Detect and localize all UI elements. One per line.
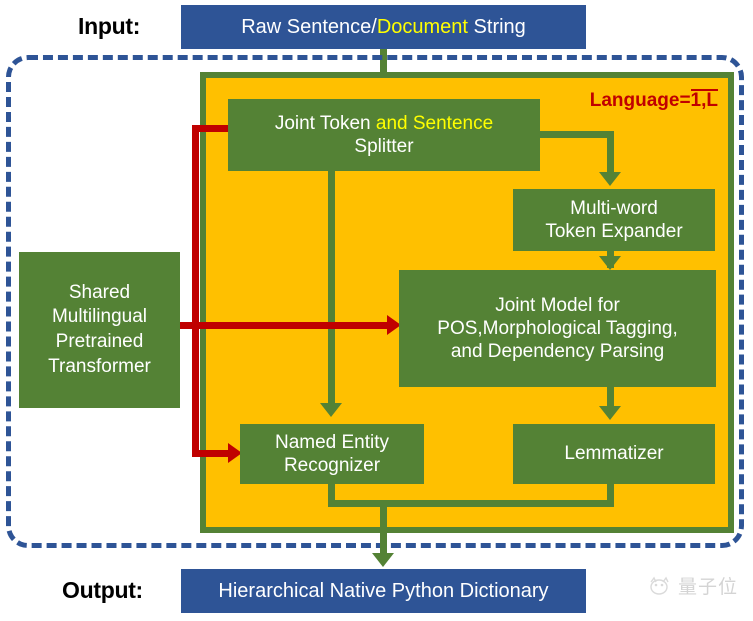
splitter-line1-highlight: and Sentence bbox=[375, 112, 494, 134]
arrow-merge-to-output-head bbox=[372, 553, 394, 567]
arrow-splitter-to-mwt-horizontal bbox=[540, 131, 614, 138]
jointmodel-line2: POS,Morphological Tagging, bbox=[437, 317, 678, 339]
arrow-splitter-to-ner-head bbox=[320, 403, 342, 417]
process-box-joint-model: Joint Model for POS,Morphological Tagging… bbox=[399, 270, 716, 387]
process-box-named-entity-recognizer: Named Entity Recognizer bbox=[240, 424, 424, 484]
diagram-canvas: Input: Raw Sentence/Document String Lang… bbox=[0, 0, 753, 621]
ner-line2: Recognizer bbox=[283, 455, 381, 476]
arrow-splitter-to-mwt-vertical bbox=[607, 131, 614, 175]
jointmodel-line1: Joint Model for bbox=[495, 294, 620, 316]
ner-text: Named Entity Recognizer bbox=[275, 431, 389, 477]
splitter-line1-before: Joint Token bbox=[274, 112, 376, 134]
mwt-text: Multi-word Token Expander bbox=[545, 197, 682, 243]
arrow-splitter-to-ner-line bbox=[328, 171, 335, 407]
merge-bus-horizontal bbox=[328, 500, 614, 507]
arrow-splitter-to-mwt-head bbox=[599, 172, 621, 186]
process-box-lemmatizer: Lemmatizer bbox=[513, 424, 715, 484]
output-label: Output: bbox=[62, 577, 143, 603]
output-box: Hierarchical Native Python Dictionary bbox=[181, 569, 586, 613]
watermark: 量子位 bbox=[648, 572, 738, 599]
transformer-line1: Shared bbox=[68, 281, 131, 303]
input-label: Input: bbox=[78, 13, 141, 39]
transformer-line3: Pretrained bbox=[55, 331, 144, 352]
transformer-line4: Transformer bbox=[48, 355, 151, 377]
language-range-label: Language=1,L bbox=[590, 89, 718, 112]
mwt-line2: Token Expander bbox=[545, 221, 683, 242]
watermark-text: 量子位 bbox=[678, 577, 739, 598]
ner-line1: Named Entity bbox=[274, 431, 390, 453]
arrow-mwt-to-jointmodel-head bbox=[599, 256, 621, 270]
input-text-highlight: Document bbox=[376, 15, 468, 38]
arrow-jointmodel-to-lemmatizer-head bbox=[599, 406, 621, 420]
jointmodel-text: Joint Model for POS,Morphological Tagging… bbox=[437, 294, 677, 364]
process-box-shared-transformer: Shared Multilingual Pretrained Transformer bbox=[19, 252, 180, 408]
process-box-splitter: Joint Token and Sentence Splitter bbox=[228, 99, 540, 171]
input-text-after: String bbox=[467, 15, 526, 38]
transformer-text: Shared Multilingual Pretrained Transformer bbox=[48, 281, 151, 380]
splitter-line2: Splitter bbox=[354, 136, 414, 157]
transformer-line2: Multilingual bbox=[51, 306, 148, 328]
language-label-range: 1,L bbox=[690, 89, 718, 111]
jointmodel-line3: and Dependency Parsing bbox=[450, 341, 665, 363]
mwt-line1: Multi-word bbox=[570, 197, 658, 219]
input-text: Raw Sentence/Document String bbox=[241, 16, 526, 39]
input-box: Raw Sentence/Document String bbox=[181, 5, 586, 49]
splitter-text: Joint Token and Sentence Splitter bbox=[275, 112, 493, 158]
lemmatizer-line1: Lemmatizer bbox=[564, 443, 664, 465]
transformer-branch-to-jointmodel bbox=[176, 322, 393, 329]
watermark-logo-icon bbox=[650, 576, 669, 595]
language-label-prefix: Language= bbox=[589, 90, 691, 111]
process-box-multiword-token-expander: Multi-word Token Expander bbox=[513, 189, 715, 251]
input-text-before: Raw Sentence/ bbox=[241, 15, 377, 38]
transformer-bus-vertical bbox=[192, 125, 199, 457]
output-text: Hierarchical Native Python Dictionary bbox=[218, 579, 549, 602]
